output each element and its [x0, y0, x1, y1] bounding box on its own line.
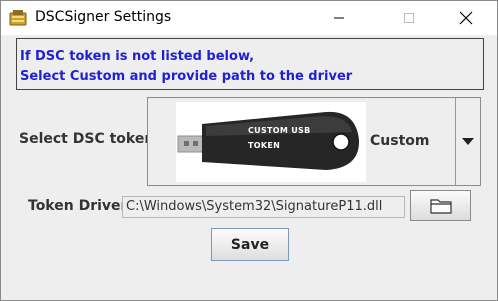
select-token-label: Select DSC token: [19, 131, 155, 147]
token-selected-value: Custom: [370, 133, 430, 149]
window-title: DSCSigner Settings: [35, 9, 172, 25]
info-message-box: If DSC token is not listed below, Select…: [16, 38, 484, 90]
title-bar: DSCSigner Settings: [1, 1, 497, 35]
close-button[interactable]: [443, 1, 489, 35]
settings-window: DSCSigner Settings If DSC token is not l…: [0, 0, 498, 301]
usb-image-text-2: TOKEN: [248, 141, 281, 150]
token-driver-label: Token Driver: [28, 198, 128, 214]
minimize-button[interactable]: [316, 1, 362, 35]
folder-icon: [429, 198, 452, 214]
token-combobox[interactable]: CUSTOM USB TOKEN Custom: [147, 97, 481, 186]
minimize-icon: [334, 17, 344, 19]
maximize-button[interactable]: [386, 1, 432, 35]
save-button[interactable]: Save: [211, 228, 289, 261]
close-icon: [459, 11, 473, 25]
app-icon: [9, 9, 27, 27]
usb-image-text-1: CUSTOM USB: [248, 126, 311, 135]
maximize-icon: [404, 13, 414, 23]
token-driver-path-field[interactable]: C:\Windows\System32\SignatureP11.dll: [122, 196, 405, 218]
info-line-2: Select Custom and provide path to the dr…: [20, 69, 353, 84]
combobox-arrow-button[interactable]: [456, 98, 480, 185]
triangle-down-icon: [462, 137, 474, 145]
info-line-1: If DSC token is not listed below,: [20, 49, 255, 64]
browse-driver-button[interactable]: [410, 190, 471, 221]
content-panel: If DSC token is not listed below, Select…: [1, 35, 497, 300]
usb-token-image: CUSTOM USB TOKEN: [176, 102, 366, 182]
